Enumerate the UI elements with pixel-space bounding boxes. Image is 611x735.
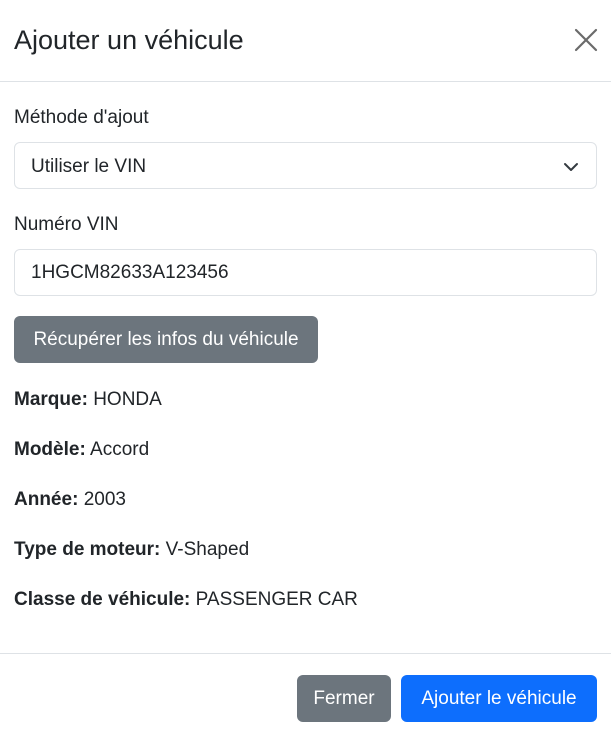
vehicle-year: Année: 2003 [14,488,126,512]
add-vehicle-modal: Ajouter un véhicule Méthode d'ajout Util… [0,0,611,735]
vehicle-engine-type-value: V-Shaped [165,539,250,560]
add-vehicle-button[interactable]: Ajouter le véhicule [401,675,597,722]
modal-title: Ajouter un véhicule [14,25,244,55]
close-button[interactable] [568,22,604,58]
modal-header: Ajouter un véhicule [0,0,611,82]
vin-label: Numéro VIN [14,214,119,235]
fetch-vehicle-info-button[interactable]: Récupérer les infos du véhicule [14,316,318,363]
vehicle-engine-type-label: Type de moteur: [14,539,161,560]
method-selected-value: Utiliser le VIN [31,156,147,177]
vehicle-year-label: Année: [14,489,79,510]
modal-footer: Fermer Ajouter le véhicule [0,653,611,735]
close-icon [574,28,598,52]
vin-input[interactable] [14,249,597,296]
vehicle-model-value: Accord [90,439,150,460]
close-modal-button[interactable]: Fermer [297,675,391,722]
vehicle-make: Marque: HONDA [14,388,162,412]
vehicle-class-value: PASSENGER CAR [195,589,358,610]
chevron-down-icon [564,163,578,171]
vehicle-class-label: Classe de véhicule: [14,589,191,610]
vehicle-year-value: 2003 [83,489,126,510]
vehicle-make-label: Marque: [14,389,88,410]
vehicle-model-label: Modèle: [14,439,86,460]
vehicle-model: Modèle: Accord [14,438,149,462]
method-select[interactable]: Utiliser le VIN [14,142,597,189]
method-label: Méthode d'ajout [14,107,149,128]
vehicle-engine-type: Type de moteur: V-Shaped [14,538,249,562]
vehicle-make-value: HONDA [93,389,162,410]
vehicle-class: Classe de véhicule: PASSENGER CAR [14,588,358,612]
